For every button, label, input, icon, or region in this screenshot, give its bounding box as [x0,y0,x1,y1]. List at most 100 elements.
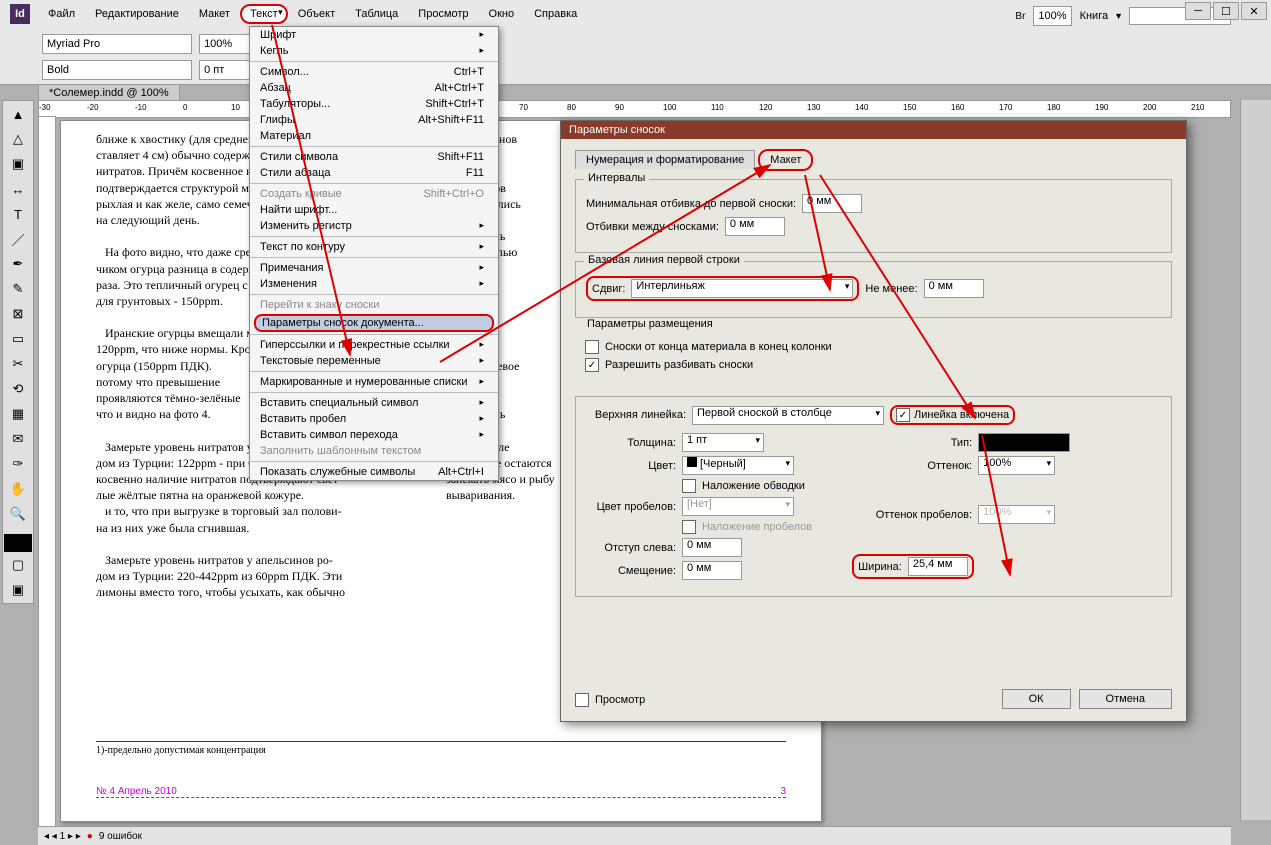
rect-frame-tool[interactable]: ⊠ [4,302,32,326]
min-label: Не менее: [865,283,917,295]
gradient-tool[interactable]: ▦ [4,402,32,426]
menu-объект[interactable]: Объект [288,4,345,24]
gaptint-select: 100% [978,505,1055,524]
tab-layout[interactable]: Макет [758,149,813,171]
app-logo: Id [10,4,30,24]
status-bar: ◂ ◂ 1 ▸ ▸ ● 9 ошибок [38,826,1231,845]
group-intervals: Интервалы Минимальная отбивка до первой … [575,179,1172,253]
tint-select[interactable]: 100% [978,456,1055,475]
width-label: Ширина: [858,561,902,573]
menu-item[interactable]: Вставить пробел [250,411,498,427]
end-of-story-checkbox[interactable] [585,340,599,354]
min-input[interactable]: 0 мм [924,279,984,298]
type-tool[interactable]: T [4,202,32,226]
direct-select-tool[interactable]: △ [4,127,32,151]
note-tool[interactable]: ✉ [4,427,32,451]
menu-item[interactable]: Показать служебные символыAlt+Ctrl+I [250,464,498,480]
font-style-field[interactable]: Bold [42,60,192,80]
menu-item[interactable]: Примечания [250,260,498,276]
group-placement-label: Параметры размещения [583,318,717,330]
offset-select[interactable]: Интерлиньяж [631,279,853,298]
eyedropper-tool[interactable]: ✑ [4,452,32,476]
gapcolor-select[interactable]: [Нет] [682,497,794,516]
menu-просмотр[interactable]: Просмотр [408,4,478,24]
menu-item[interactable]: Кегль [250,43,498,59]
cancel-button[interactable]: Отмена [1079,689,1172,709]
menu-item[interactable]: ГлифыAlt+Shift+F11 [250,112,498,128]
type-label: Тип: [852,437,972,449]
gapover-checkbox [682,520,696,534]
width-input[interactable]: 25,4 мм [908,557,968,576]
minimize-button[interactable]: ─ [1185,2,1211,20]
menu-таблица[interactable]: Таблица [345,4,408,24]
fill-swatch[interactable] [4,534,32,552]
rect-tool[interactable]: ▭ [4,327,32,351]
menu-справка[interactable]: Справка [524,4,587,24]
menu-item[interactable]: Изменения [250,276,498,292]
type-select[interactable] [978,433,1070,452]
menu-item[interactable]: АбзацAlt+Ctrl+T [250,80,498,96]
menu-файл[interactable]: Файл [38,4,85,24]
menu-редактирование[interactable]: Редактирование [85,4,189,24]
between-input[interactable]: 0 мм [725,217,785,236]
pen-tool[interactable]: ✒ [4,252,32,276]
menu-item[interactable]: Вставить символ перехода [250,427,498,443]
preview-checkbox[interactable] [575,693,589,707]
scissors-tool[interactable]: ✂ [4,352,32,376]
color-select[interactable]: [Черный] [682,456,794,475]
view-mode[interactable]: ▣ [4,578,32,602]
preflight-icon[interactable]: ● [87,831,93,842]
offset2-input[interactable]: 0 мм [682,561,742,580]
menu-item[interactable]: Вставить специальный символ [250,395,498,411]
gap-tool[interactable]: ↔ [4,177,32,201]
offset-label: Сдвиг: [592,283,625,295]
page-nav[interactable]: ◂ ◂ 1 ▸ ▸ [44,831,81,842]
right-panel-dock[interactable] [1240,100,1271,820]
menu-макет[interactable]: Макет [189,4,240,24]
menu-item[interactable]: Изменить регистр [250,218,498,234]
menu-item[interactable]: Стили символаShift+F11 [250,149,498,165]
zoom-tool[interactable]: 🔍 [4,502,32,526]
menu-item: Заполнить шаблонным текстом [250,443,498,459]
close-button[interactable]: ✕ [1241,2,1267,20]
maximize-button[interactable]: ☐ [1213,2,1239,20]
menu-item[interactable]: Маркированные и нумерованные списки [250,374,498,390]
hand-tool[interactable]: ✋ [4,477,32,501]
menu-item[interactable]: Текстовые переменные [250,353,498,369]
leftin-input[interactable]: 0 мм [682,538,742,557]
zoom-field[interactable]: 100% [1033,6,1071,26]
tab-numbering[interactable]: Нумерация и форматирование [575,150,755,169]
menu-item[interactable]: Символ...Ctrl+T [250,64,498,80]
pencil-tool[interactable]: ✎ [4,277,32,301]
transform-tool[interactable]: ⟲ [4,377,32,401]
min-before-label: Минимальная отбивка до первой сноски: [586,198,796,210]
menu-item: Перейти к знаку сноски [250,297,498,313]
workspace-select[interactable]: Книга [1080,10,1109,22]
menu-item[interactable]: Табуляторы...Shift+Ctrl+T [250,96,498,112]
weight-select[interactable]: 1 пт [682,433,764,452]
menu-item[interactable]: Параметры сносок документа... [254,314,494,332]
text-menu-dropdown: ШрифтКегль Символ...Ctrl+TАбзацAlt+Ctrl+T… [249,26,499,481]
line-tool[interactable]: ／ [4,227,32,251]
overprint-checkbox[interactable] [682,479,696,493]
rule-above-select[interactable]: Первой сноской в столбце [692,406,884,425]
menu-item[interactable]: Текст по контуру [250,239,498,255]
error-count[interactable]: 9 ошибок [99,831,142,842]
rule-on-checkbox[interactable]: ✓ [896,408,910,422]
split-footnotes-checkbox[interactable]: ✓ [585,358,599,372]
menu-item[interactable]: Найти шрифт... [250,202,498,218]
menu-item[interactable]: Гиперссылки и перекрестные ссылки [250,337,498,353]
menu-item[interactable]: Материал [250,128,498,144]
footnote-options-dialog: Параметры сносок Нумерация и форматирова… [560,120,1187,722]
menu-item[interactable]: Стили абзацаF11 [250,165,498,181]
ok-button[interactable]: ОК [1002,689,1071,709]
page-tool[interactable]: ▣ [4,152,32,176]
menu-текст[interactable]: Текст [240,4,288,24]
selection-tool[interactable]: ▲ [4,102,32,126]
font-family-field[interactable]: Myriad Pro [42,34,192,54]
menu-item[interactable]: Шрифт [250,27,498,43]
min-before-input[interactable]: 0 мм [802,194,862,213]
offset2-label: Смещение: [586,565,676,577]
stroke-swatch[interactable]: ▢ [4,553,32,577]
menu-окно[interactable]: Окно [479,4,525,24]
